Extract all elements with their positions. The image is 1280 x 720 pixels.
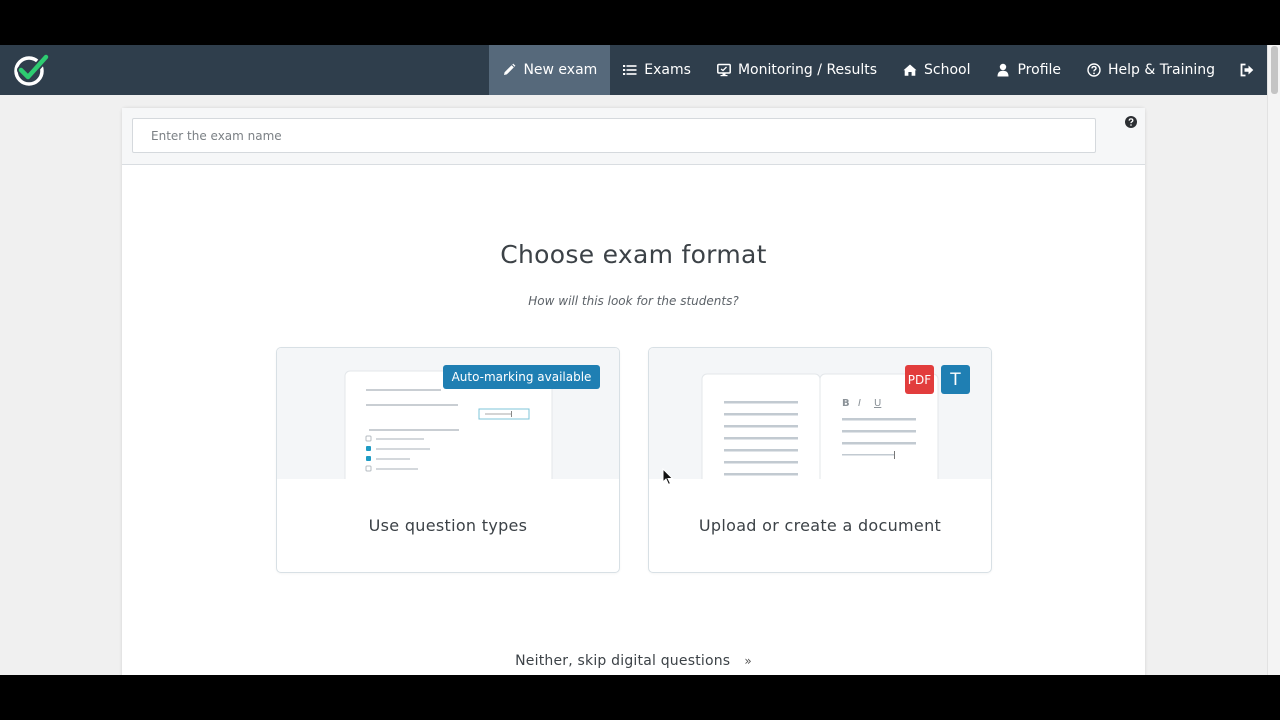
upload-document-card[interactable]: B I U PDF T Upload or create a document	[648, 347, 992, 573]
mouse-cursor-icon	[662, 468, 674, 486]
question-circle-icon	[1087, 63, 1101, 77]
italic-text-icon: I	[858, 398, 861, 409]
nav-menu: New exam Exams Monitoring / Results Scho…	[489, 45, 1268, 95]
nav-item-logout[interactable]	[1228, 45, 1268, 95]
underline-text-icon: U	[874, 398, 881, 409]
sign-out-icon	[1240, 63, 1254, 77]
pencil-icon	[504, 63, 516, 75]
scrollbar-thumb[interactable]	[1271, 46, 1278, 94]
bold-text-icon: B	[842, 398, 850, 409]
help-circle-icon[interactable]	[1125, 116, 1137, 128]
upload-document-label: Upload or create a document	[698, 516, 942, 535]
nav-item-label: Help & Training	[1108, 62, 1215, 78]
nav-item-monitoring-results[interactable]: Monitoring / Results	[704, 45, 890, 95]
question-types-card[interactable]: Auto-marking available Use question type…	[276, 347, 620, 573]
skip-link-label: Neither, skip digital questions	[515, 653, 731, 669]
home-icon	[903, 64, 917, 76]
auto-marking-badge: Auto-marking available	[443, 365, 600, 389]
nav-item-label: New exam	[523, 62, 598, 78]
nav-item-label: Exams	[644, 62, 691, 78]
double-chevron-right-icon: »	[744, 654, 752, 668]
nav-item-help-training[interactable]: Help & Training	[1074, 45, 1228, 95]
nav-item-label: Profile	[1017, 62, 1062, 78]
page-scrollbar[interactable]	[1267, 45, 1280, 675]
page-title: Choose exam format	[500, 240, 767, 269]
monitor-icon	[717, 63, 731, 77]
page-subtitle: How will this look for the students?	[528, 294, 739, 308]
document-editor-preview-icon: B I U	[701, 373, 939, 493]
question-types-label: Use question types	[368, 516, 528, 535]
list-icon	[623, 65, 637, 75]
text-editor-badge: T	[941, 365, 970, 394]
app-viewport: New exam Exams Monitoring / Results Scho…	[0, 45, 1280, 675]
nav-item-school[interactable]: School	[890, 45, 983, 95]
checkmark-logo-icon[interactable]	[11, 52, 51, 88]
top-navbar: New exam Exams Monitoring / Results Scho…	[0, 45, 1268, 95]
nav-item-label: School	[924, 62, 971, 78]
document-illustration: B I U PDF T	[649, 348, 991, 493]
nav-item-exams[interactable]: Exams	[610, 45, 704, 95]
user-icon	[997, 63, 1009, 77]
nav-item-new-exam[interactable]: New exam	[489, 45, 611, 95]
exam-name-header	[122, 108, 1145, 165]
pdf-badge: PDF	[905, 365, 934, 394]
question-types-illustration: Auto-marking available	[277, 348, 619, 492]
exam-editor-panel: Choose exam format How will this look fo…	[122, 108, 1145, 675]
exam-name-input[interactable]	[132, 118, 1096, 153]
skip-digital-questions-link[interactable]: Neither, skip digital questions »	[122, 653, 1145, 669]
nav-item-label: Monitoring / Results	[737, 62, 877, 78]
nav-item-profile[interactable]: Profile	[983, 45, 1074, 95]
